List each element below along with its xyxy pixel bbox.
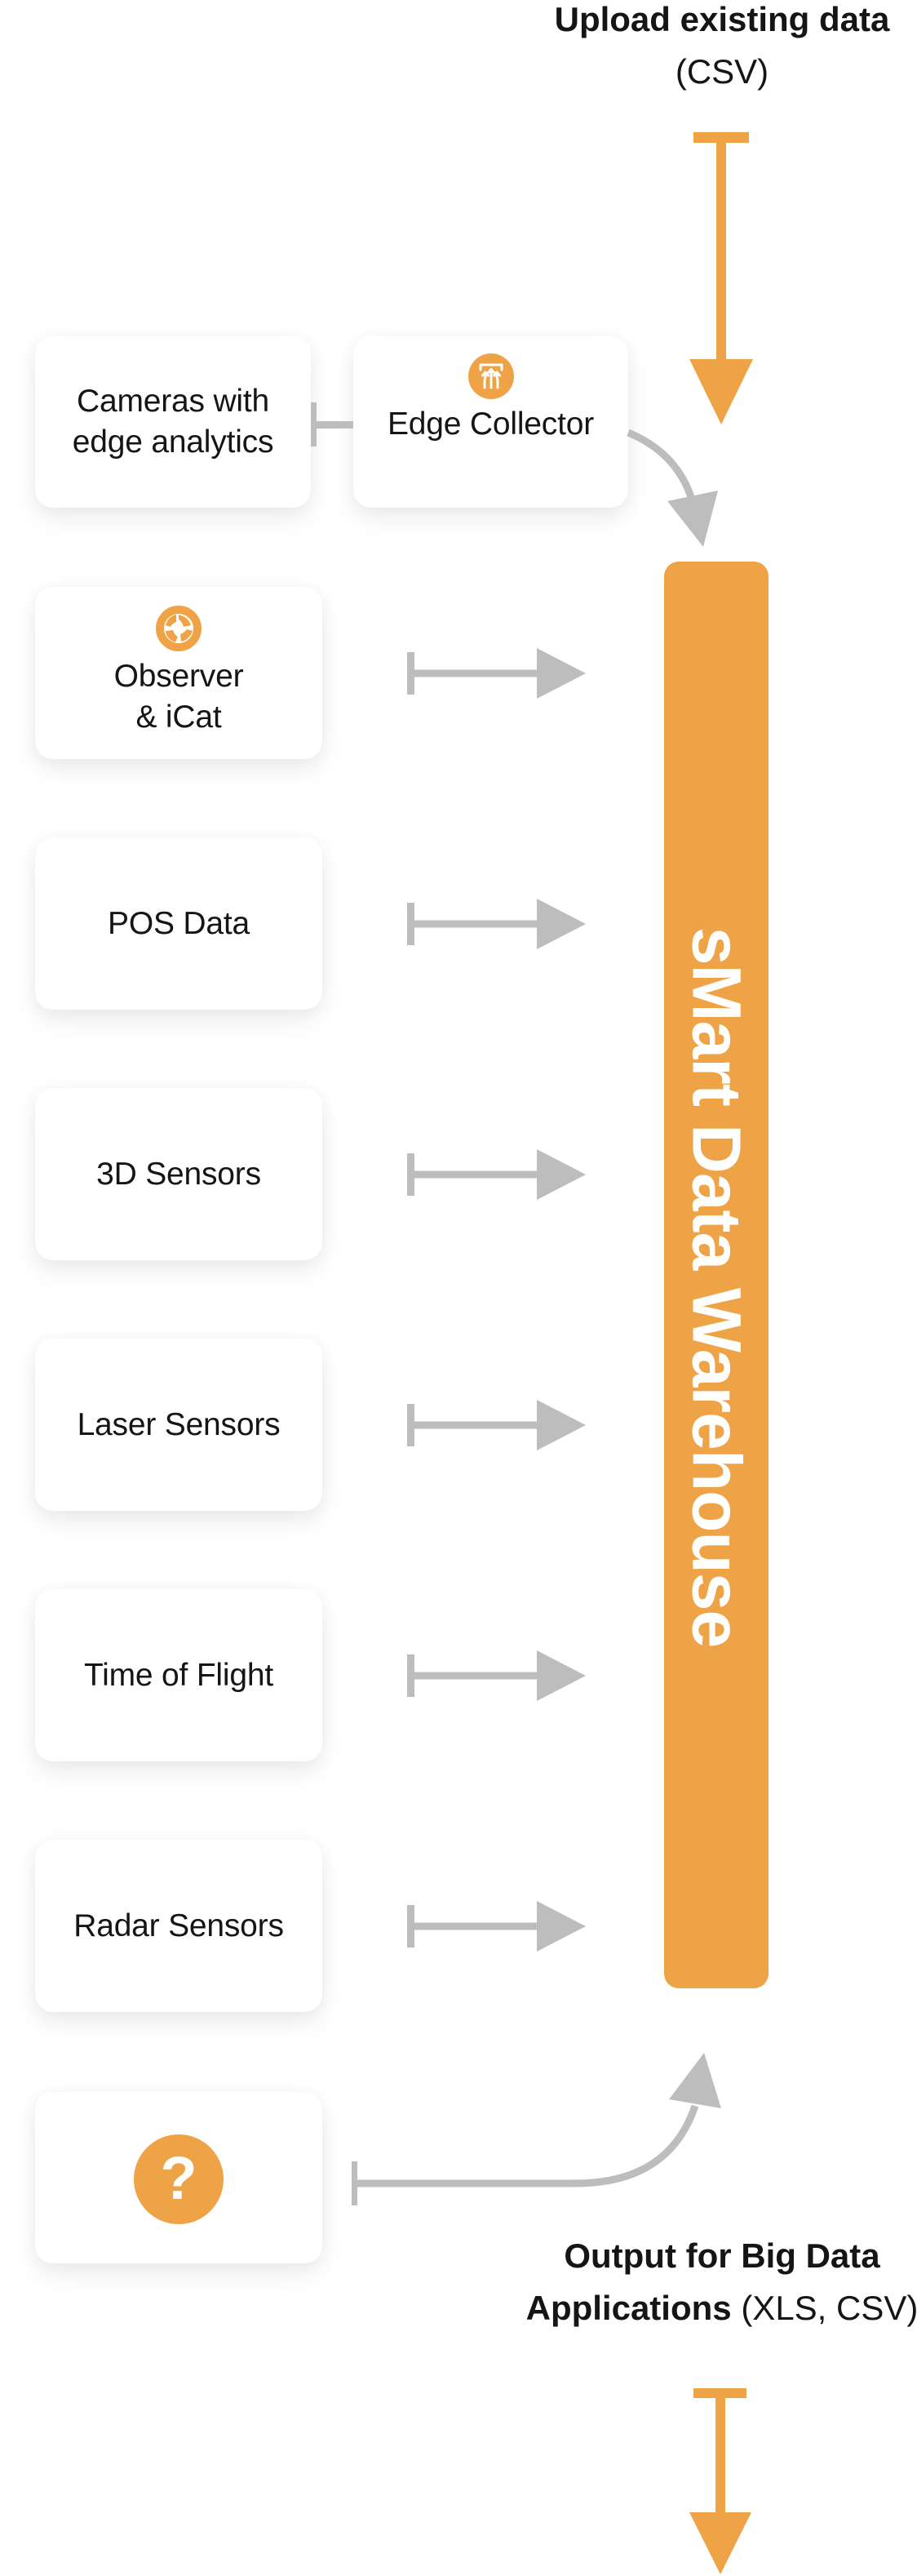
source-card-observer[interactable]: Observer & iCat xyxy=(35,587,322,759)
source-card-time-of-flight[interactable]: Time of Flight xyxy=(35,1589,322,1761)
cameras-to-edge-connector xyxy=(311,402,353,446)
arrow-right-icon xyxy=(537,1149,586,1200)
arrow-shaft xyxy=(412,1922,539,1930)
arrow-right-icon xyxy=(537,1400,586,1450)
source-card-cameras[interactable]: Cameras with edge analytics xyxy=(35,336,311,508)
3d-sensors-to-warehouse-arrow xyxy=(407,1149,586,1200)
cameras-label: Cameras with edge analytics xyxy=(72,384,274,460)
arrow-shaft xyxy=(412,669,539,677)
upload-label: Upload existing data (CSV) xyxy=(522,0,917,98)
svg-text:?: ? xyxy=(160,2144,197,2212)
arrow-shaft xyxy=(412,1170,539,1179)
time-of-flight-to-warehouse-arrow xyxy=(407,1650,586,1701)
arrow-right-icon xyxy=(537,1901,586,1952)
arrow-shaft xyxy=(412,1421,539,1429)
pos-data-label: POS Data xyxy=(108,905,250,941)
source-card-radar-sensors[interactable]: Radar Sensors xyxy=(35,1840,322,2012)
edge-collector-icon xyxy=(467,353,514,399)
laser-sensors-label: Laser Sensors xyxy=(77,1406,281,1442)
output-applications: Applications xyxy=(525,2289,732,2327)
source-card-3d-sensors[interactable]: 3D Sensors xyxy=(35,1088,322,1260)
source-card-laser-sensors[interactable]: Laser Sensors xyxy=(35,1339,322,1511)
observer-aperture-icon xyxy=(156,605,202,651)
warehouse-title: sMart Data Warehouse xyxy=(678,926,755,1648)
source-card-pos-data[interactable]: POS Data xyxy=(35,837,322,1010)
source-card-unknown[interactable]: ? xyxy=(35,2092,322,2263)
arrow-shaft xyxy=(412,920,539,928)
edge-collector-label: Edge Collector xyxy=(387,406,594,442)
output-title: Output for Big Data xyxy=(564,2236,880,2275)
output-label: Output for Big Data Applications (XLS, C… xyxy=(522,2230,917,2334)
question-mark-icon: ? xyxy=(134,2134,224,2224)
pos-data-to-warehouse-arrow xyxy=(407,899,586,949)
input-arrow-down-icon xyxy=(689,132,753,424)
output-format: (XLS, CSV) xyxy=(741,2289,917,2327)
arrow-right-icon xyxy=(537,1650,586,1701)
arrow-shaft xyxy=(412,1672,539,1680)
observer-label: Observer & iCat xyxy=(113,658,244,735)
source-card-edge-collector[interactable]: Edge Collector xyxy=(353,336,628,508)
smart-data-warehouse[interactable]: sMart Data Warehouse xyxy=(664,562,769,1988)
time-of-flight-label: Time of Flight xyxy=(84,1657,273,1693)
3d-sensors-label: 3D Sensors xyxy=(96,1156,261,1192)
upload-format: (CSV) xyxy=(675,52,769,91)
arrow-right-icon xyxy=(537,899,586,949)
radar-sensors-label: Radar Sensors xyxy=(73,1908,284,1943)
unknown-to-warehouse-arrow xyxy=(352,2053,721,2205)
output-arrow-down-icon xyxy=(689,2388,751,2574)
radar-sensors-to-warehouse-arrow xyxy=(407,1901,586,1952)
laser-sensors-to-warehouse-arrow xyxy=(407,1400,586,1450)
observer-to-warehouse-arrow xyxy=(407,648,586,699)
arrow-right-icon xyxy=(537,648,586,699)
edge-to-warehouse-arrow xyxy=(627,429,718,547)
upload-title: Upload existing data xyxy=(554,0,890,38)
